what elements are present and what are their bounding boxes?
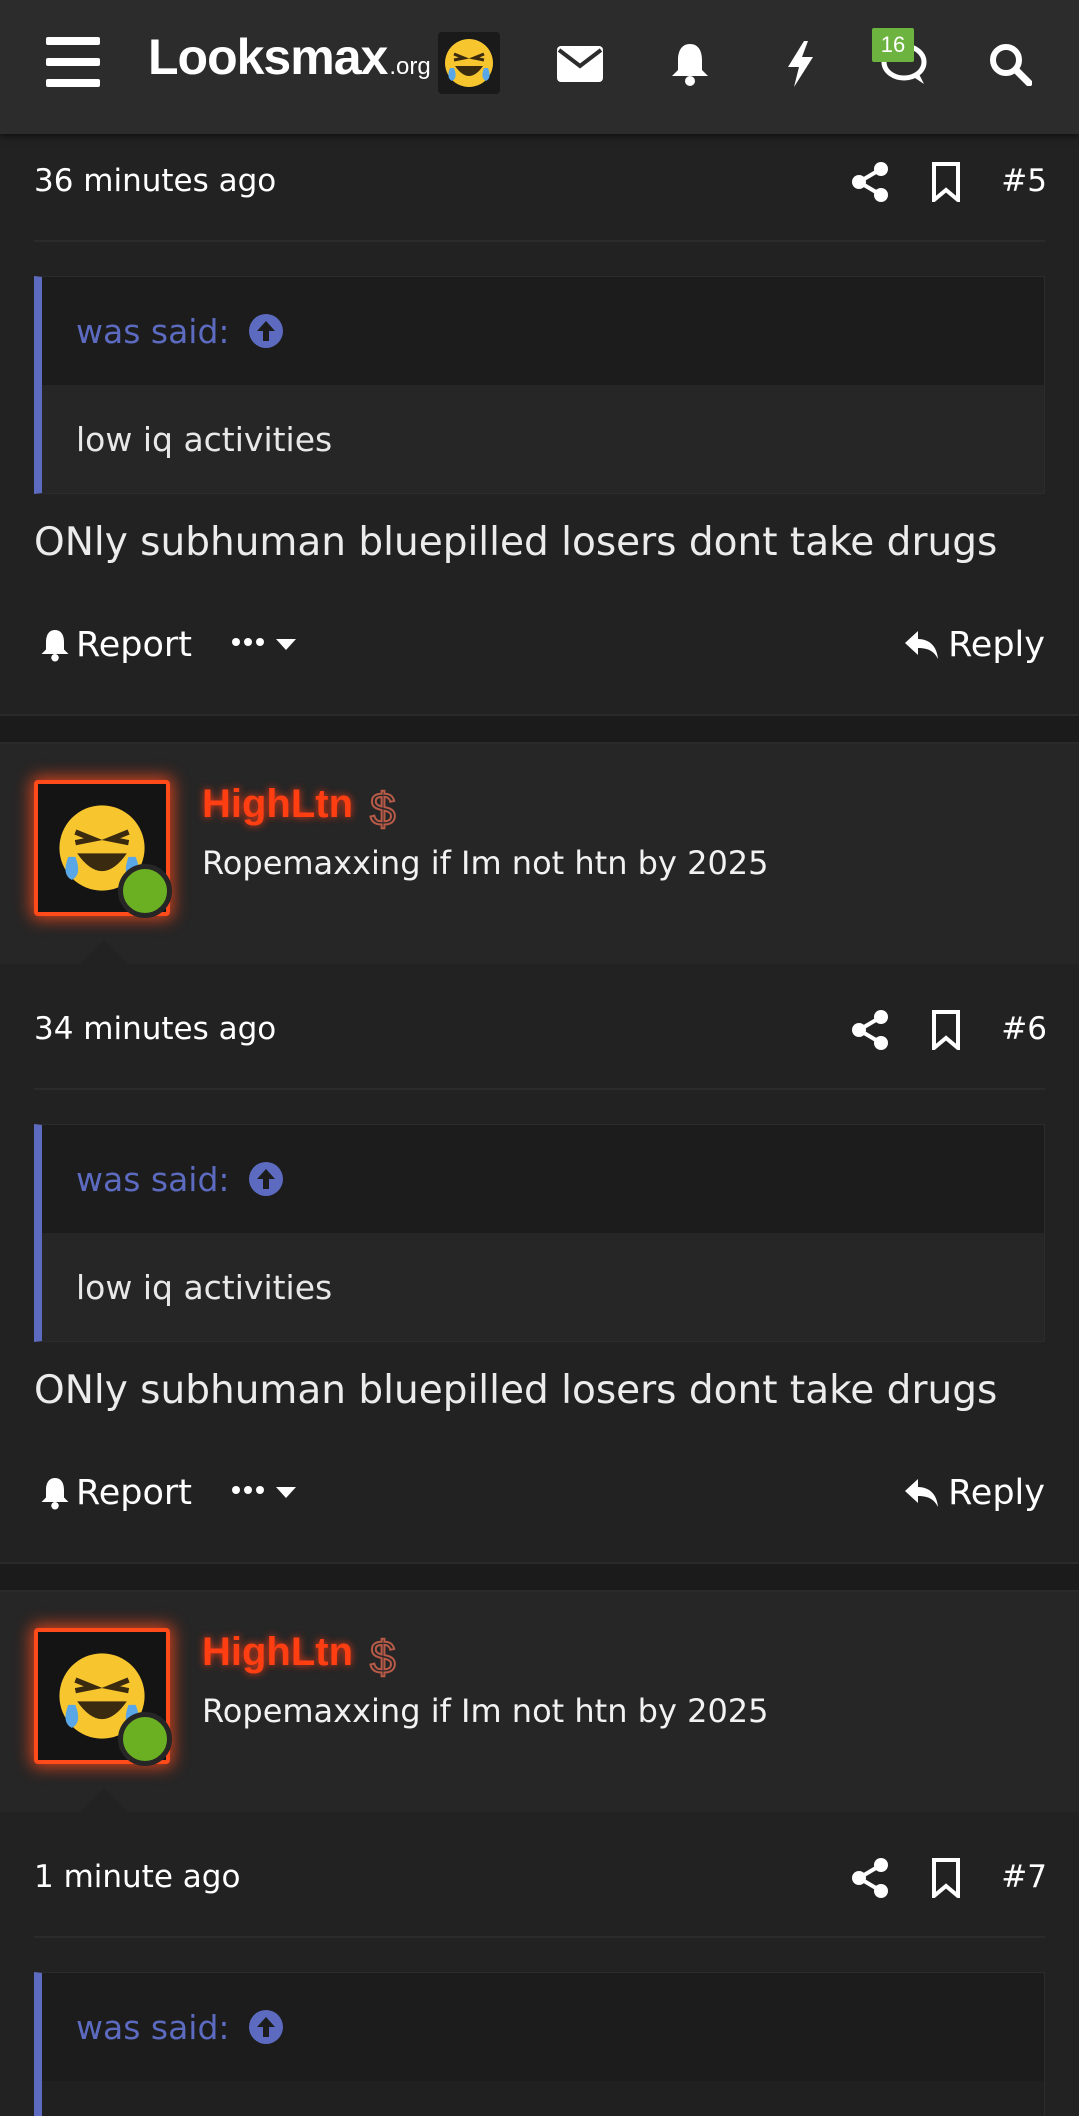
arrow-up-circle-icon[interactable] — [248, 313, 284, 349]
post-meta-row: 1 minute ago #7 — [0, 1824, 1079, 1930]
menu-icon[interactable] — [42, 35, 104, 89]
divider — [34, 1088, 1045, 1090]
post-actions: Report Reply — [0, 605, 1079, 685]
share-icon[interactable] — [852, 1858, 888, 1898]
crying-laughing-emoji-icon — [438, 32, 500, 94]
more-options-button[interactable] — [230, 605, 310, 685]
bell-icon — [41, 630, 69, 662]
dollar-sign-icon: $ — [369, 1630, 397, 1684]
site-logo[interactable]: Looksmax .org — [148, 28, 431, 98]
post-number[interactable]: #7 — [1001, 1824, 1047, 1930]
quote-header: was said: — [42, 1125, 1044, 1233]
ellipsis-caret-icon — [232, 638, 296, 650]
reply-label: Reply — [948, 1473, 1045, 1513]
user-title: Ropemaxxing if Im not htn by 2025 — [202, 1692, 769, 1730]
bell-icon[interactable] — [660, 34, 720, 94]
reply-label: Reply — [948, 625, 1045, 665]
quote-text: low iq activities — [42, 1233, 1044, 1341]
share-icon[interactable] — [852, 162, 888, 202]
arrow-up-circle-icon[interactable] — [248, 1161, 284, 1197]
post-user-header: HighLtn $ Ropemaxxing if Im not htn by 2… — [0, 1592, 1079, 1814]
reply-icon — [905, 1479, 939, 1507]
bookmark-icon[interactable] — [930, 162, 962, 205]
bookmark-icon[interactable] — [930, 1858, 962, 1901]
arrow-up-circle-icon[interactable] — [248, 2009, 284, 2045]
divider — [34, 240, 1045, 242]
divider — [34, 1936, 1045, 1938]
reply-icon — [905, 631, 939, 659]
post-number[interactable]: #6 — [1001, 976, 1047, 1082]
post-body-text: ONly subhuman bluepilled losers dont tak… — [34, 520, 998, 565]
share-icon[interactable] — [852, 1010, 888, 1050]
post-actions: Report Reply — [0, 1453, 1079, 1533]
post-meta-row: 34 minutes ago #6 — [0, 976, 1079, 1082]
online-status-icon — [118, 1712, 172, 1766]
report-label: Report — [76, 625, 193, 665]
quote-header: was said: — [42, 1973, 1044, 2081]
quote-block: was said: low iq activities — [34, 276, 1045, 494]
report-label: Report — [76, 1473, 193, 1513]
quote-text: low iq activities — [42, 385, 1044, 493]
post-number[interactable]: #5 — [1001, 128, 1047, 234]
user-title: Ropemaxxing if Im not htn by 2025 — [202, 844, 769, 882]
quote-attribution: was said: — [76, 311, 230, 351]
top-navigation-bar: Looksmax .org 16 — [0, 0, 1079, 134]
reply-button[interactable]: Reply — [904, 605, 1045, 685]
post-meta-row: 36 minutes ago #5 — [0, 128, 1079, 234]
post-separator — [0, 1562, 1079, 1592]
report-button[interactable]: Report — [40, 1453, 192, 1533]
quote-block: was said: low iq activities — [34, 1124, 1045, 1342]
post-timestamp[interactable]: 34 minutes ago — [34, 976, 276, 1082]
pointer-triangle — [78, 1788, 130, 1814]
quote-block: was said: — [34, 1972, 1045, 2116]
report-button[interactable]: Report — [40, 605, 192, 685]
online-status-icon — [118, 864, 172, 918]
reply-button[interactable]: Reply — [904, 1453, 1045, 1533]
bell-icon — [41, 1478, 69, 1510]
more-options-button[interactable] — [230, 1453, 310, 1533]
mail-icon[interactable] — [550, 36, 610, 92]
logo-main-text: Looksmax — [148, 29, 388, 85]
post-separator — [0, 714, 1079, 744]
ellipsis-caret-icon — [232, 1486, 296, 1498]
dollar-sign-icon: $ — [369, 782, 397, 836]
quote-attribution: was said: — [76, 2007, 230, 2047]
post-timestamp[interactable]: 36 minutes ago — [34, 128, 276, 234]
search-icon[interactable] — [980, 34, 1040, 94]
quote-header: was said: — [42, 277, 1044, 385]
pointer-triangle — [78, 940, 130, 966]
post-timestamp[interactable]: 1 minute ago — [34, 1824, 240, 1930]
post-body-text: ONly subhuman bluepilled losers dont tak… — [34, 1368, 998, 1413]
logo-tld-text: .org — [389, 53, 431, 80]
quote-attribution: was said: — [76, 1159, 230, 1199]
username-link[interactable]: HighLtn — [202, 782, 353, 827]
post-user-header: HighLtn $ Ropemaxxing if Im not htn by 2… — [0, 744, 1079, 966]
bookmark-icon[interactable] — [930, 1010, 962, 1053]
chat-count-badge: 16 — [872, 28, 914, 62]
bolt-icon[interactable] — [770, 32, 830, 96]
username-link[interactable]: HighLtn — [202, 1630, 353, 1675]
